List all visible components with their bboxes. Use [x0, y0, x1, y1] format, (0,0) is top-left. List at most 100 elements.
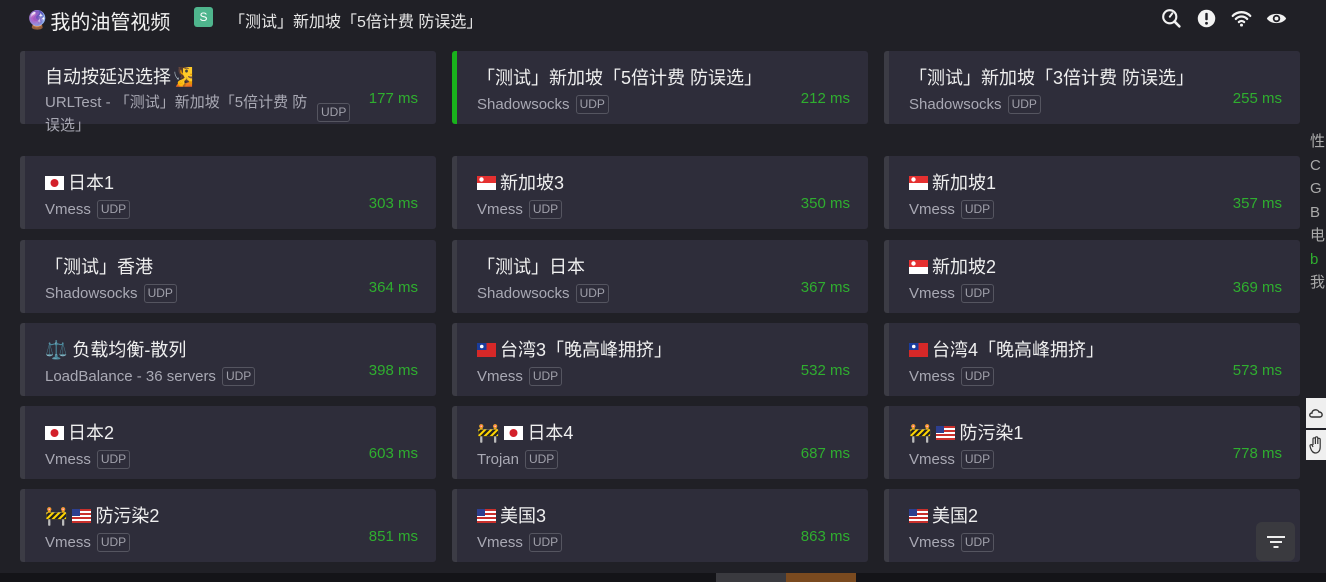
proxy-type-label: Vmess: [909, 285, 955, 302]
proxy-card[interactable]: 美国2 Vmess UDP 872: [884, 489, 1300, 562]
top-bar: 🔮 我的油管视频 S 「测试」新加坡「5倍计费 防误选」: [0, 0, 1326, 38]
side-tool-button[interactable]: [1306, 430, 1326, 460]
proxy-card[interactable]: 🚧 防污染1 Vmess UDP 778 ms: [884, 406, 1300, 479]
alert-button[interactable]: [1194, 7, 1218, 29]
proxy-type-label: Vmess: [45, 534, 91, 551]
proxy-card[interactable]: 「测试」香港 Shadowsocks UDP 364 ms: [20, 240, 436, 313]
proxy-delay[interactable]: 398 ms: [369, 362, 418, 379]
proxy-delay[interactable]: 303 ms: [369, 195, 418, 212]
proxy-card-selected[interactable]: 「测试」新加坡「5倍计费 防误选」 Shadowsocks UDP 212 ms: [452, 51, 868, 124]
side-text-line: 电: [1310, 227, 1326, 244]
taskbar-item[interactable]: [716, 573, 786, 582]
proxy-delay[interactable]: 357 ms: [1233, 195, 1282, 212]
cloud-icon: [1309, 409, 1323, 418]
proxy-card[interactable]: 🚧 日本4 Trojan UDP 687 ms: [452, 406, 868, 479]
proxy-card[interactable]: 日本1 Vmess UDP 303 ms: [20, 156, 436, 229]
udp-badge: UDP: [96, 450, 131, 469]
proxy-card[interactable]: 新加坡1 Vmess UDP 357 ms: [884, 156, 1300, 229]
crystal-ball-icon: 🔮: [26, 10, 49, 30]
side-panel: 性 C G B 电 b 我: [1310, 130, 1326, 295]
proxy-delay[interactable]: 364 ms: [369, 279, 418, 296]
proxy-name: 台湾4「晚高峰拥挤」: [909, 336, 1104, 362]
group-title[interactable]: 我的油管视频: [50, 6, 170, 35]
proxy-type: Vmess UDP: [909, 533, 995, 552]
proxy-type: Vmess UDP: [477, 200, 563, 219]
proxy-name: 台湾3「晚高峰拥挤」: [477, 336, 672, 362]
proxy-delay[interactable]: 851 ms: [369, 528, 418, 545]
proxy-card[interactable]: 🚧 防污染2 Vmess UDP 851 ms: [20, 489, 436, 562]
side-text-line: G: [1310, 180, 1322, 197]
proxy-delay[interactable]: 255 ms: [1233, 90, 1282, 107]
proxy-delay[interactable]: 778 ms: [1233, 445, 1282, 462]
proxy-delay[interactable]: 573 ms: [1233, 362, 1282, 379]
speed-test-button[interactable]: [1159, 7, 1183, 29]
proxy-card[interactable]: 美国3 Vmess UDP 863 ms: [452, 489, 868, 562]
proxy-delay[interactable]: 863 ms: [801, 528, 850, 545]
hand-icon: [1309, 436, 1321, 454]
group-badge: S: [194, 7, 213, 27]
proxy-name: 美国2: [909, 502, 978, 528]
proxy-delay[interactable]: 367 ms: [801, 279, 850, 296]
proxy-name-text: 防污染1: [959, 423, 1024, 443]
proxy-name: 「测试」新加坡「3倍计费 防误选」: [909, 68, 1195, 88]
proxy-card[interactable]: 「测试」新加坡「3倍计费 防误选」 Shadowsocks UDP 255 ms: [884, 51, 1300, 124]
udp-badge: UDP: [96, 533, 131, 552]
proxy-name: 「测试」新加坡「5倍计费 防误选」: [477, 68, 763, 88]
proxy-delay[interactable]: 687 ms: [801, 445, 850, 462]
proxy-type-label: Vmess: [45, 201, 91, 218]
proxy-delay[interactable]: 350 ms: [801, 195, 850, 212]
singapore-flag-icon: [909, 176, 928, 190]
filter-button[interactable]: [1256, 522, 1295, 561]
proxy-card[interactable]: 台湾3「晚高峰拥挤」 Vmess UDP 532 ms: [452, 323, 868, 396]
side-tool-button[interactable]: [1306, 398, 1326, 428]
side-text-line: b: [1310, 250, 1319, 268]
side-text-line: 性: [1310, 133, 1326, 150]
proxy-type-label: URLTest - 「测试」新加坡「5倍计费 防误选」: [45, 94, 308, 134]
proxy-type: Vmess UDP: [45, 200, 131, 219]
udp-badge: UDP: [960, 367, 995, 386]
proxy-card[interactable]: 新加坡3 Vmess UDP 350 ms: [452, 156, 868, 229]
proxy-name: 🚧 防污染2: [45, 502, 159, 528]
proxy-delay[interactable]: 603 ms: [369, 445, 418, 462]
proxy-name-text: 日本1: [68, 173, 115, 193]
singapore-flag-icon: [909, 260, 928, 274]
proxy-name: 新加坡1: [909, 169, 996, 195]
proxy-type: Vmess UDP: [909, 450, 995, 469]
proxy-type-label: Trojan: [477, 451, 519, 468]
udp-badge: UDP: [528, 367, 563, 386]
proxy-delay[interactable]: 177 ms: [369, 90, 418, 107]
udp-badge: UDP: [143, 284, 177, 303]
proxy-type: Shadowsocks UDP: [477, 95, 609, 114]
proxy-type-label: Shadowsocks: [477, 285, 570, 302]
proxy-card[interactable]: 新加坡2 Vmess UDP 369 ms: [884, 240, 1300, 313]
proxy-name: 自动按延迟选择🧏: [45, 67, 194, 87]
proxy-card[interactable]: ⚖️ 负载均衡-散列 LoadBalance - 36 servers UDP …: [20, 323, 436, 396]
proxy-delay[interactable]: 212 ms: [801, 90, 850, 107]
proxy-name: 日本2: [45, 419, 114, 445]
udp-badge: UDP: [528, 200, 563, 219]
udp-badge: UDP: [960, 450, 995, 469]
visibility-button[interactable]: [1264, 7, 1288, 29]
proxy-card[interactable]: 日本2 Vmess UDP 603 ms: [20, 406, 436, 479]
proxy-type: Vmess UDP: [909, 367, 995, 386]
connection-button[interactable]: [1229, 7, 1253, 29]
proxy-card[interactable]: 台湾4「晚高峰拥挤」 Vmess UDP 573 ms: [884, 323, 1300, 396]
proxy-card[interactable]: 「测试」日本 Shadowsocks UDP 367 ms: [452, 240, 868, 313]
udp-badge: UDP: [575, 95, 609, 114]
proxy-card-auto[interactable]: 自动按延迟选择🧏 URLTest - 「测试」新加坡「5倍计费 防误选」 UDP…: [20, 51, 436, 134]
construction-icon: 🚧: [45, 506, 68, 526]
proxy-delay[interactable]: 532 ms: [801, 362, 850, 379]
side-text-line: 我: [1310, 274, 1326, 291]
eye-icon: [1266, 13, 1286, 23]
proxy-name-text: 日本2: [68, 423, 115, 443]
proxy-type-label: Vmess: [909, 201, 955, 218]
proxy-type: Shadowsocks UDP: [909, 95, 1041, 114]
side-text-line: B: [1310, 203, 1321, 221]
udp-badge: UDP: [960, 200, 995, 219]
proxy-delay[interactable]: 369 ms: [1233, 279, 1282, 296]
proxy-type: Vmess UDP: [45, 450, 131, 469]
taiwan-flag-icon: [909, 343, 928, 357]
japan-flag-icon: [45, 176, 64, 190]
taskbar-item[interactable]: [786, 573, 856, 582]
header-actions: [1159, 7, 1288, 29]
